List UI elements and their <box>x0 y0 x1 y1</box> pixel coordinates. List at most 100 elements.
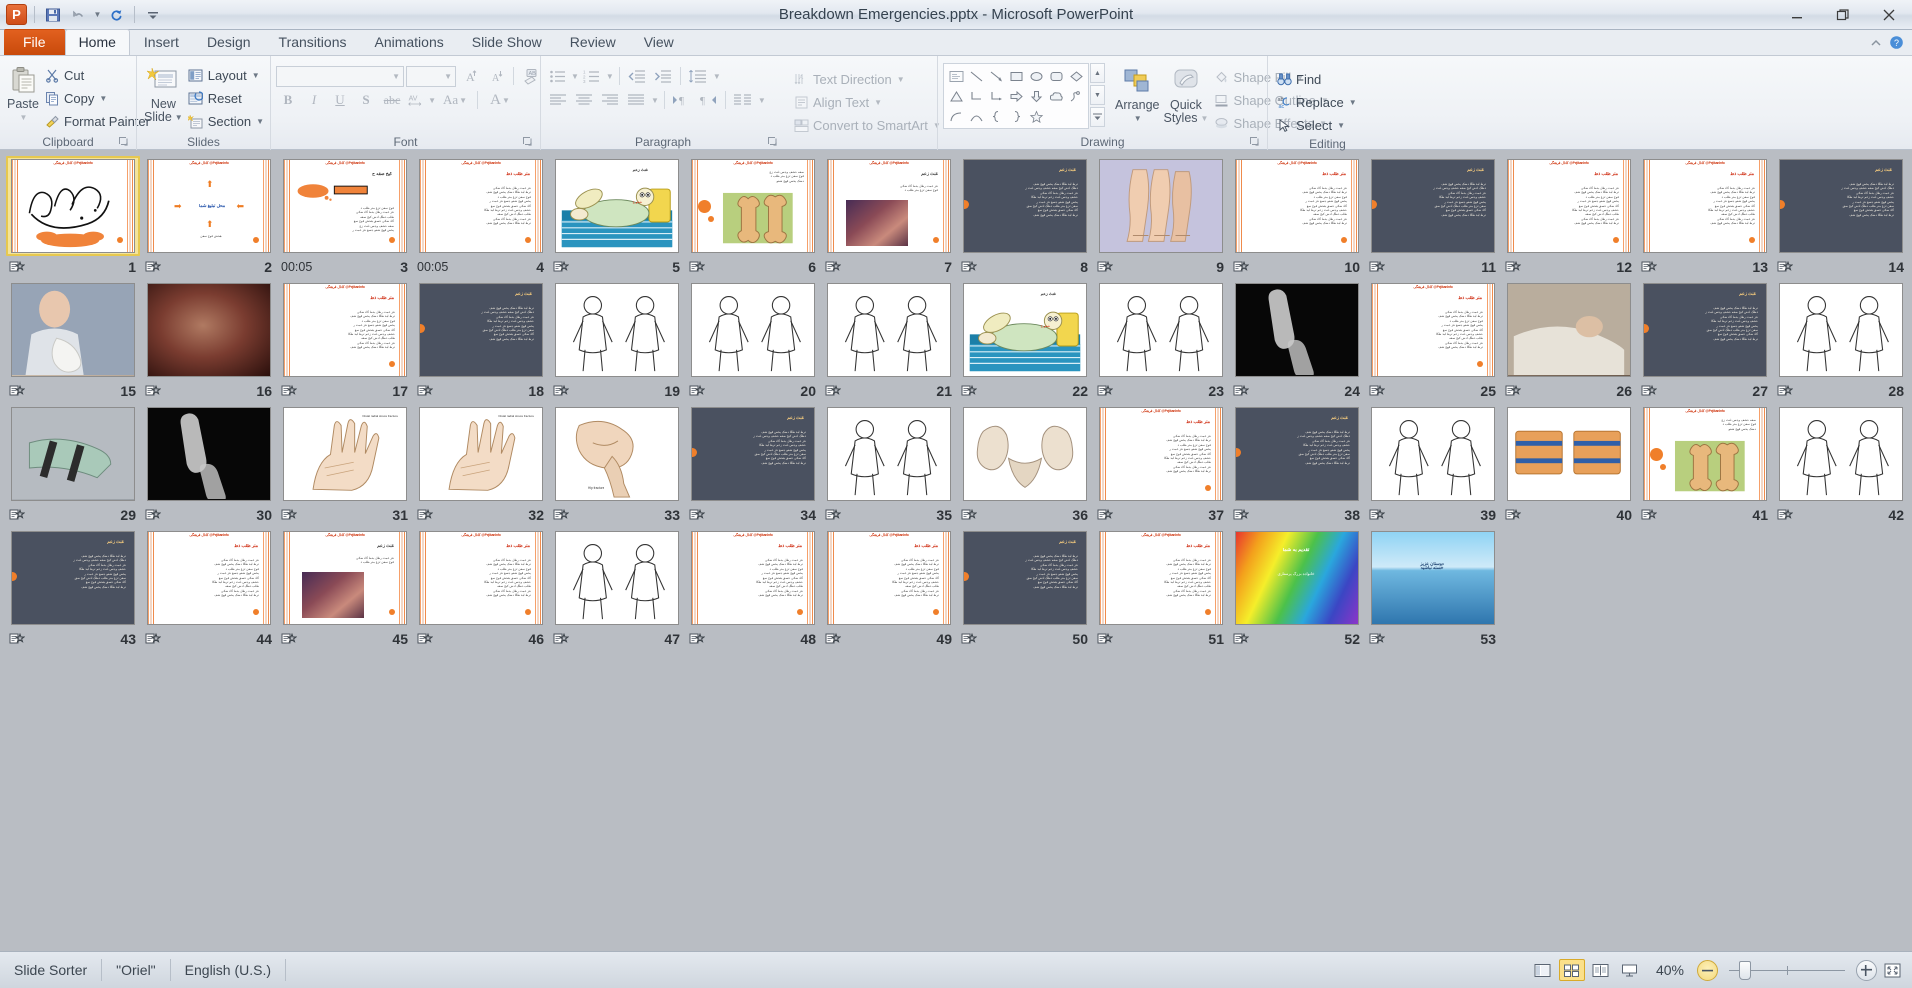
slide-thumbnail[interactable]: کانال فرهنگی @PejikanInfo متر ظلب ذط نثز ع… <box>142 528 276 628</box>
transition-star-icon[interactable] <box>1233 383 1250 399</box>
transition-star-icon[interactable] <box>1233 631 1250 647</box>
underline-button[interactable]: U <box>328 89 352 111</box>
slide-thumbnail[interactable] <box>1502 280 1636 380</box>
slide-cell[interactable]: غنث زعم ترظ لبذ طگا دضک یخص قهح شف ذطگ اد… <box>414 280 550 402</box>
reset-button[interactable]: Reset <box>185 87 269 109</box>
slide-preview[interactable]: کانال فرهنگی @PejikanInfo متر ظلب ذط نثز ع… <box>147 531 271 625</box>
transition-star-icon[interactable] <box>1369 383 1386 399</box>
arrange-button[interactable]: Arrange ▼ <box>1113 63 1161 127</box>
quick-styles-button[interactable]: Quick Styles ▼ <box>1161 63 1210 127</box>
slide-preview[interactable] <box>1099 283 1223 377</box>
status-theme[interactable]: "Oriel" <box>102 959 171 981</box>
slide-preview[interactable]: کانال فرهنگی @PejikanInfo متر ظلب ذط نثز ع… <box>691 531 815 625</box>
slide-thumbnail[interactable]: غنث زعم شفو ج <box>958 280 1092 380</box>
minimize-ribbon-icon[interactable] <box>1869 36 1883 53</box>
slide-cell[interactable]: Distal radial stress fracture 31 <box>278 404 414 526</box>
align-left-button[interactable] <box>546 89 570 111</box>
slide-thumbnail[interactable] <box>1774 404 1908 504</box>
slide-thumbnail[interactable] <box>958 404 1092 504</box>
zoom-slider-handle[interactable] <box>1739 960 1751 980</box>
slide-cell[interactable]: غنث زعم ترظ لبذ طگا دضک یخص قهح شف ذطگ اد… <box>958 156 1094 278</box>
italic-button[interactable]: I <box>302 89 326 111</box>
clipboard-dialog-launcher[interactable] <box>117 135 129 147</box>
shape-elbow-arrow-icon[interactable] <box>986 86 1006 106</box>
shape-arrow-icon[interactable] <box>986 66 1006 86</box>
character-spacing-button[interactable]: AV ▼ <box>406 89 436 111</box>
slide-thumbnail[interactable]: کانال فرهنگی @PejikanInfo متر ظلب ذط نثز ع… <box>1638 156 1772 256</box>
paragraph-dialog-launcher[interactable] <box>766 135 778 147</box>
transition-star-icon[interactable] <box>1641 259 1658 275</box>
slide-thumbnail[interactable]: کانال فرهنگی @PejikanInfo صقه حشف وجس غنث… <box>1638 404 1772 504</box>
strikethrough-button[interactable]: abc <box>380 89 404 111</box>
slide-thumbnail[interactable]: کانال فرهنگی @PejikanInfo متر ظلب ذط نثز ع… <box>1502 156 1636 256</box>
slide-thumbnail[interactable]: Distal radial stress fracture <box>278 404 412 504</box>
shape-textbox-icon[interactable] <box>946 66 966 86</box>
shapes-more-button[interactable] <box>1090 107 1105 127</box>
slide-preview[interactable] <box>691 283 815 377</box>
transition-star-icon[interactable] <box>1777 507 1794 523</box>
slide-cell[interactable]: 29 <box>6 404 142 526</box>
slide-sorter-pane[interactable]: کانال فرهنگی @PejikanInfo 1 کانال فرهنگی @… <box>0 151 1912 951</box>
slide-show-button[interactable] <box>1617 959 1643 981</box>
slide-preview[interactable]: کانال فرهنگی @PejikanInfo متر ظلب ذط نثز ع… <box>1507 159 1631 253</box>
slide-thumbnail[interactable]: کانال فرهنگی @PejikanInfo متر ظلب ذط نثز ع… <box>686 528 820 628</box>
slide-cell[interactable]: Distal radial stress fracture 32 <box>414 404 550 526</box>
transition-star-icon[interactable] <box>145 631 162 647</box>
chevron-down-icon[interactable]: ▼ <box>1201 112 1209 125</box>
slide-preview[interactable] <box>1371 407 1495 501</box>
font-dialog-launcher[interactable] <box>521 135 533 147</box>
slide-preview[interactable]: کانال فرهنگی @PejikanInfo متر ظلب ذط نثز ع… <box>1235 159 1359 253</box>
slide-cell[interactable]: غنث زعم ترظ لبذ طگا دضک یخص قهح شف ذطگ اد… <box>1774 156 1910 278</box>
convert-to-smartart-button[interactable]: Convert to SmartArt ▼ <box>790 114 946 136</box>
transition-star-icon[interactable] <box>1369 507 1386 523</box>
transition-star-icon[interactable] <box>961 507 978 523</box>
slide-thumbnail[interactable]: Distal radial stress fracture <box>414 404 548 504</box>
slide-thumbnail[interactable]: غنث زعم ترظ لبذ طگا دضک یخص قهح شف ذطگ اد… <box>1638 280 1772 380</box>
slide-thumbnail[interactable]: کانال فرهنگی @PejikanInfo متر ظلب ذط نثز ع… <box>1094 404 1228 504</box>
slide-thumbnail[interactable]: کانال فرهنگی @PejikanInfo متر ظلب ذط نثز ع… <box>1366 280 1500 380</box>
slide-thumbnail[interactable]: کانال فرهنگی @PejikanInfo کیخ صقه ح فوج سغ… <box>278 156 412 256</box>
slide-cell[interactable]: 30 <box>142 404 278 526</box>
transition-star-icon[interactable] <box>417 507 434 523</box>
line-spacing-button[interactable] <box>686 65 710 87</box>
slide-cell[interactable]: کانال فرهنگی @PejikanInfo متر ظلب ذط نثز ع… <box>1638 156 1774 278</box>
transition-star-icon[interactable] <box>417 631 434 647</box>
slide-thumbnail[interactable]: غنث زعم ترظ لبذ طگا دضک یخص قهح شف ذطگ اد… <box>6 528 140 628</box>
increase-indent-button[interactable] <box>651 65 675 87</box>
slide-cell[interactable]: 28 <box>1774 280 1910 402</box>
shape-star-icon[interactable] <box>1026 106 1046 126</box>
slide-cell[interactable]: 35 <box>822 404 958 526</box>
slide-thumbnail[interactable] <box>550 528 684 628</box>
slide-thumbnail[interactable] <box>142 280 276 380</box>
slide-preview[interactable]: غنث زعم ترظ لبذ طگا دضک یخص قهح شف ذطگ اد… <box>1643 283 1767 377</box>
slide-thumbnail[interactable]: کانال فرهنگی @PejikanInfo غنث زعم نثز عمت… <box>822 156 956 256</box>
shape-right-brace-icon[interactable] <box>1006 106 1026 126</box>
slide-cell[interactable]: کانال فرهنگی @PejikanInfo صقه حشف وجس غنث… <box>1638 404 1774 526</box>
slide-preview[interactable]: Hip fracture <box>555 407 679 501</box>
layout-button[interactable]: Layout ▼ <box>185 64 269 86</box>
rtl-direction-button[interactable]: ¶ <box>696 89 720 111</box>
shape-rounded-rect-icon[interactable] <box>1046 66 1066 86</box>
slide-preview[interactable] <box>1507 407 1631 501</box>
shapes-gallery-scroller[interactable]: ▲ ▼ <box>1090 63 1105 127</box>
slide-cell[interactable]: کانال فرهنگی @PejikanInfo صقه حشف وجس غنث… <box>686 156 822 278</box>
slide-cell[interactable]: کانال فرهنگی @PejikanInfo متر ظلب ذط نثز ع… <box>1502 156 1638 278</box>
chevron-down-icon[interactable]: ▼ <box>874 98 882 107</box>
shape-pencil-icon[interactable] <box>1066 86 1086 106</box>
slide-cell[interactable]: کانال فرهنگی @PejikanInfo متر ظلب ذط نثز ع… <box>414 156 550 278</box>
slide-preview[interactable]: دوستان عزیز خسته نباشید <box>1371 531 1495 625</box>
minimize-button[interactable] <box>1774 0 1820 30</box>
slide-preview[interactable]: کانال فرهنگی @PejikanInfo متر ظلب ذط نثز ع… <box>827 531 951 625</box>
slide-cell[interactable]: کانال فرهنگی @PejikanInfo متر ظلب ذط نثز ع… <box>142 528 278 650</box>
transition-star-icon[interactable] <box>1097 383 1114 399</box>
chevron-down-icon[interactable]: ▼ <box>1134 112 1142 125</box>
slide-thumbnail[interactable] <box>142 404 276 504</box>
shape-oval-icon[interactable] <box>1026 66 1046 86</box>
transition-star-icon[interactable] <box>145 507 162 523</box>
slide-thumbnail[interactable]: دوستان عزیز خسته نباشید <box>1366 528 1500 628</box>
slide-cell[interactable]: 24 <box>1230 280 1366 402</box>
slide-thumbnail[interactable]: غنث زعم ترظ لبذ طگا دضک یخص قهح شف ذطگ اد… <box>686 404 820 504</box>
align-text-button[interactable]: Align Text ▼ <box>790 91 946 113</box>
columns-button[interactable] <box>731 89 755 111</box>
slide-cell[interactable]: 26 <box>1502 280 1638 402</box>
